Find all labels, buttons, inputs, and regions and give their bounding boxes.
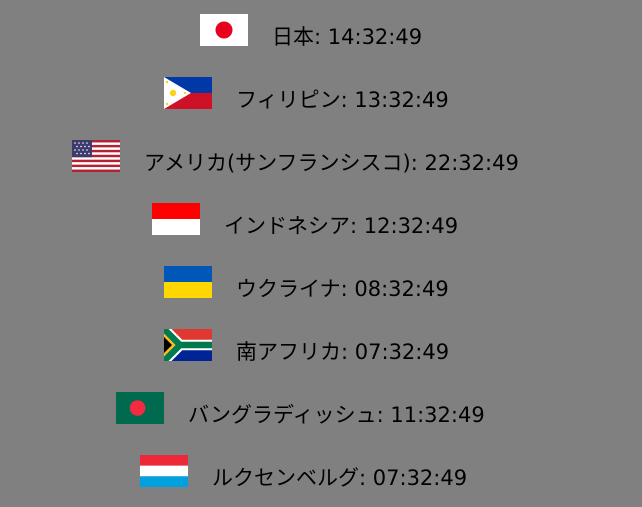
clock-row-ukraine: ウクライナ: 08:32:49 bbox=[0, 266, 642, 310]
clock-label-ukraine: ウクライナ: 08:32:49 bbox=[236, 277, 449, 301]
country-name: バングラディッシュ bbox=[188, 403, 377, 427]
luxembourg-flag-icon bbox=[140, 455, 188, 487]
clock-row-south-africa: 南アフリカ: 07:32:49 bbox=[0, 329, 642, 373]
clock-row-luxembourg: ルクセンベルグ: 07:32:49 bbox=[0, 455, 642, 499]
clock-label-philippines: フィリピン: 13:32:49 bbox=[236, 88, 449, 112]
clock-row-japan: 日本: 14:32:49 bbox=[0, 14, 642, 58]
japan-flag-icon bbox=[200, 14, 248, 46]
indonesia-flag-icon bbox=[152, 203, 200, 235]
clock-row-bangladesh: バングラディッシュ: 11:32:49 bbox=[0, 392, 642, 436]
clock-time: 11:32:49 bbox=[390, 403, 485, 427]
clock-label-bangladesh: バングラディッシュ: 11:32:49 bbox=[188, 403, 485, 427]
clock-label-luxembourg: ルクセンベルグ: 07:32:49 bbox=[212, 466, 468, 490]
usa-flag-icon bbox=[72, 140, 120, 172]
country-name: ウクライナ bbox=[236, 277, 341, 301]
south-africa-flag-icon bbox=[164, 329, 212, 361]
country-name: 日本 bbox=[272, 25, 314, 49]
ukraine-flag-icon bbox=[164, 266, 212, 298]
clock-time: 22:32:49 bbox=[424, 151, 519, 175]
world-clock-list: 日本: 14:32:49 フィリピン: 13:32:49 アメリカ(サンフランシ… bbox=[0, 0, 642, 507]
clock-label-south-africa: 南アフリカ: 07:32:49 bbox=[236, 340, 450, 364]
clock-label-indonesia: インドネシア: 12:32:49 bbox=[224, 214, 459, 238]
clock-time: 13:32:49 bbox=[354, 88, 449, 112]
clock-row-usa: アメリカ(サンフランシスコ): 22:32:49 bbox=[0, 140, 642, 184]
clock-row-philippines: フィリピン: 13:32:49 bbox=[0, 77, 642, 121]
country-name: インドネシア bbox=[224, 214, 350, 238]
clock-row-indonesia: インドネシア: 12:32:49 bbox=[0, 203, 642, 247]
clock-time: 07:32:49 bbox=[354, 340, 450, 364]
clock-time: 08:32:49 bbox=[354, 277, 449, 301]
clock-time: 07:32:49 bbox=[372, 466, 468, 490]
philippines-flag-icon bbox=[164, 77, 212, 109]
clock-label-usa: アメリカ(サンフランシスコ): 22:32:49 bbox=[144, 151, 519, 175]
country-name: 南アフリカ bbox=[236, 340, 341, 364]
clock-label-japan: 日本: 14:32:49 bbox=[272, 25, 423, 49]
clock-time: 12:32:49 bbox=[363, 214, 459, 238]
bangladesh-flag-icon bbox=[116, 392, 164, 424]
country-name: フィリピン bbox=[236, 88, 341, 112]
clock-time: 14:32:49 bbox=[327, 25, 423, 49]
country-name: ルクセンベルグ bbox=[212, 466, 359, 490]
country-name: アメリカ(サンフランシスコ) bbox=[144, 151, 411, 175]
